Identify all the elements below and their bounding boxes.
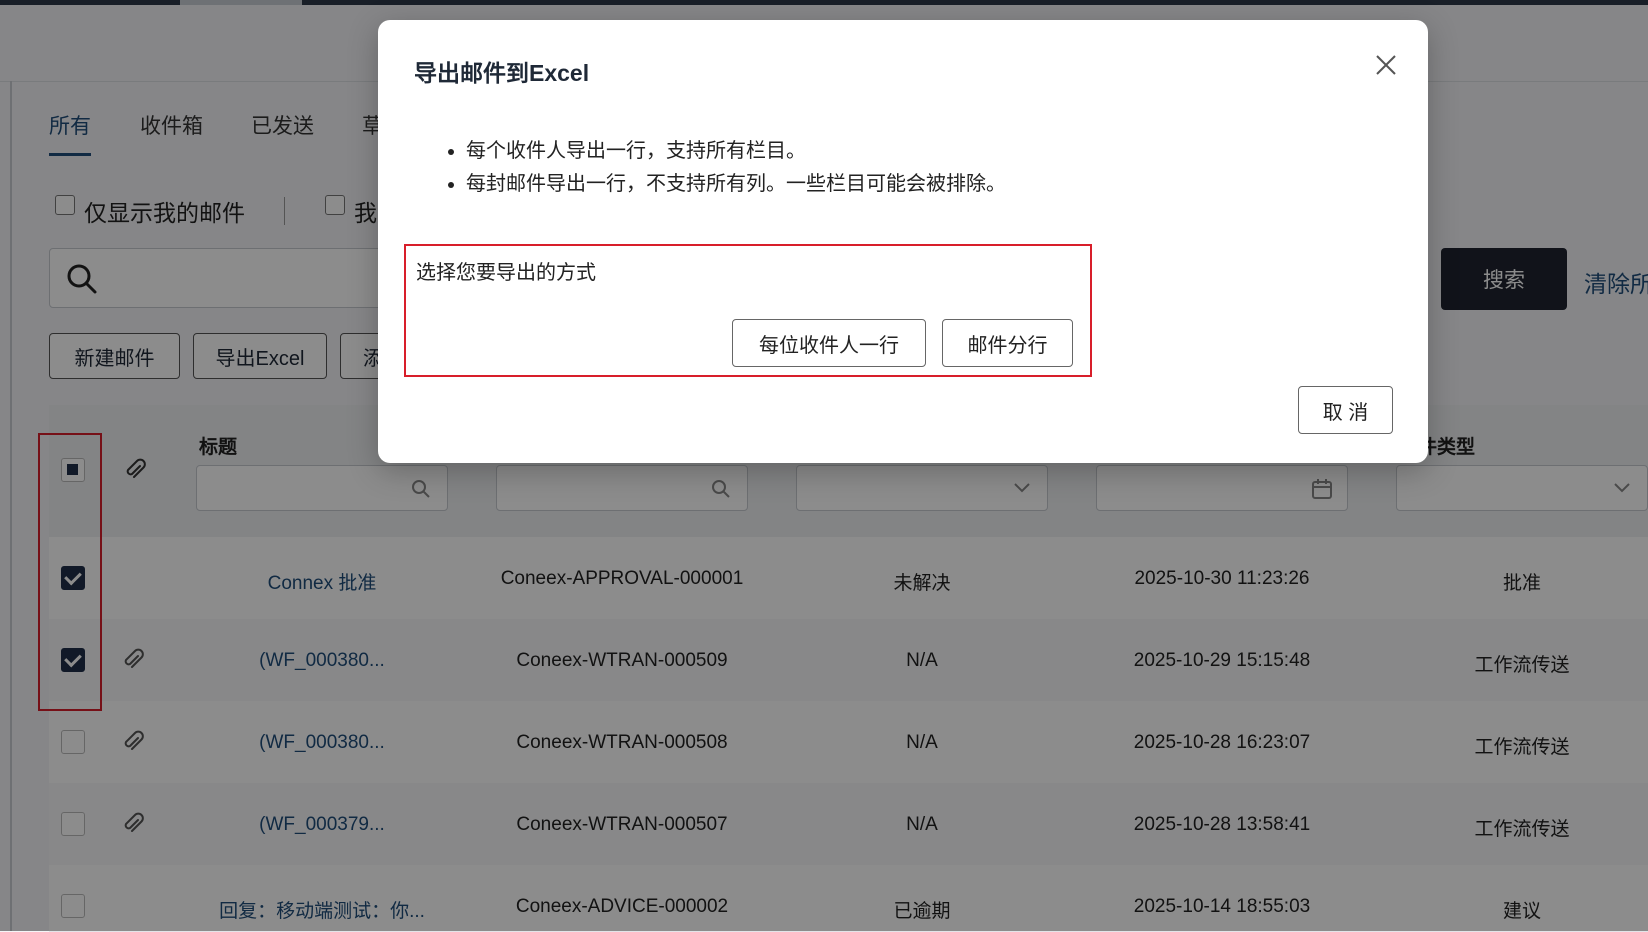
dialog-title: 导出邮件到Excel [414, 60, 590, 86]
close-icon[interactable] [1371, 50, 1401, 80]
bullet-per-recipient: 每个收件人导出一行，支持所有栏目。 [466, 135, 1006, 168]
export-options-description: 每个收件人导出一行，支持所有栏目。 每封邮件导出一行，不支持所有列。一些栏目可能… [442, 135, 1006, 201]
per-recipient-button[interactable]: 每位收件人一行 [732, 319, 926, 367]
per-mail-button[interactable]: 邮件分行 [942, 319, 1073, 367]
choice-label: 选择您要导出的方式 [416, 262, 596, 284]
export-dialog: 导出邮件到Excel 每个收件人导出一行，支持所有栏目。 每封邮件导出一行，不支… [378, 20, 1428, 463]
bullet-per-mail: 每封邮件导出一行，不支持所有列。一些栏目可能会被排除。 [466, 168, 1006, 201]
export-choice-box: 选择您要导出的方式 每位收件人一行 邮件分行 [404, 244, 1092, 377]
cancel-button[interactable]: 取 消 [1298, 386, 1393, 434]
